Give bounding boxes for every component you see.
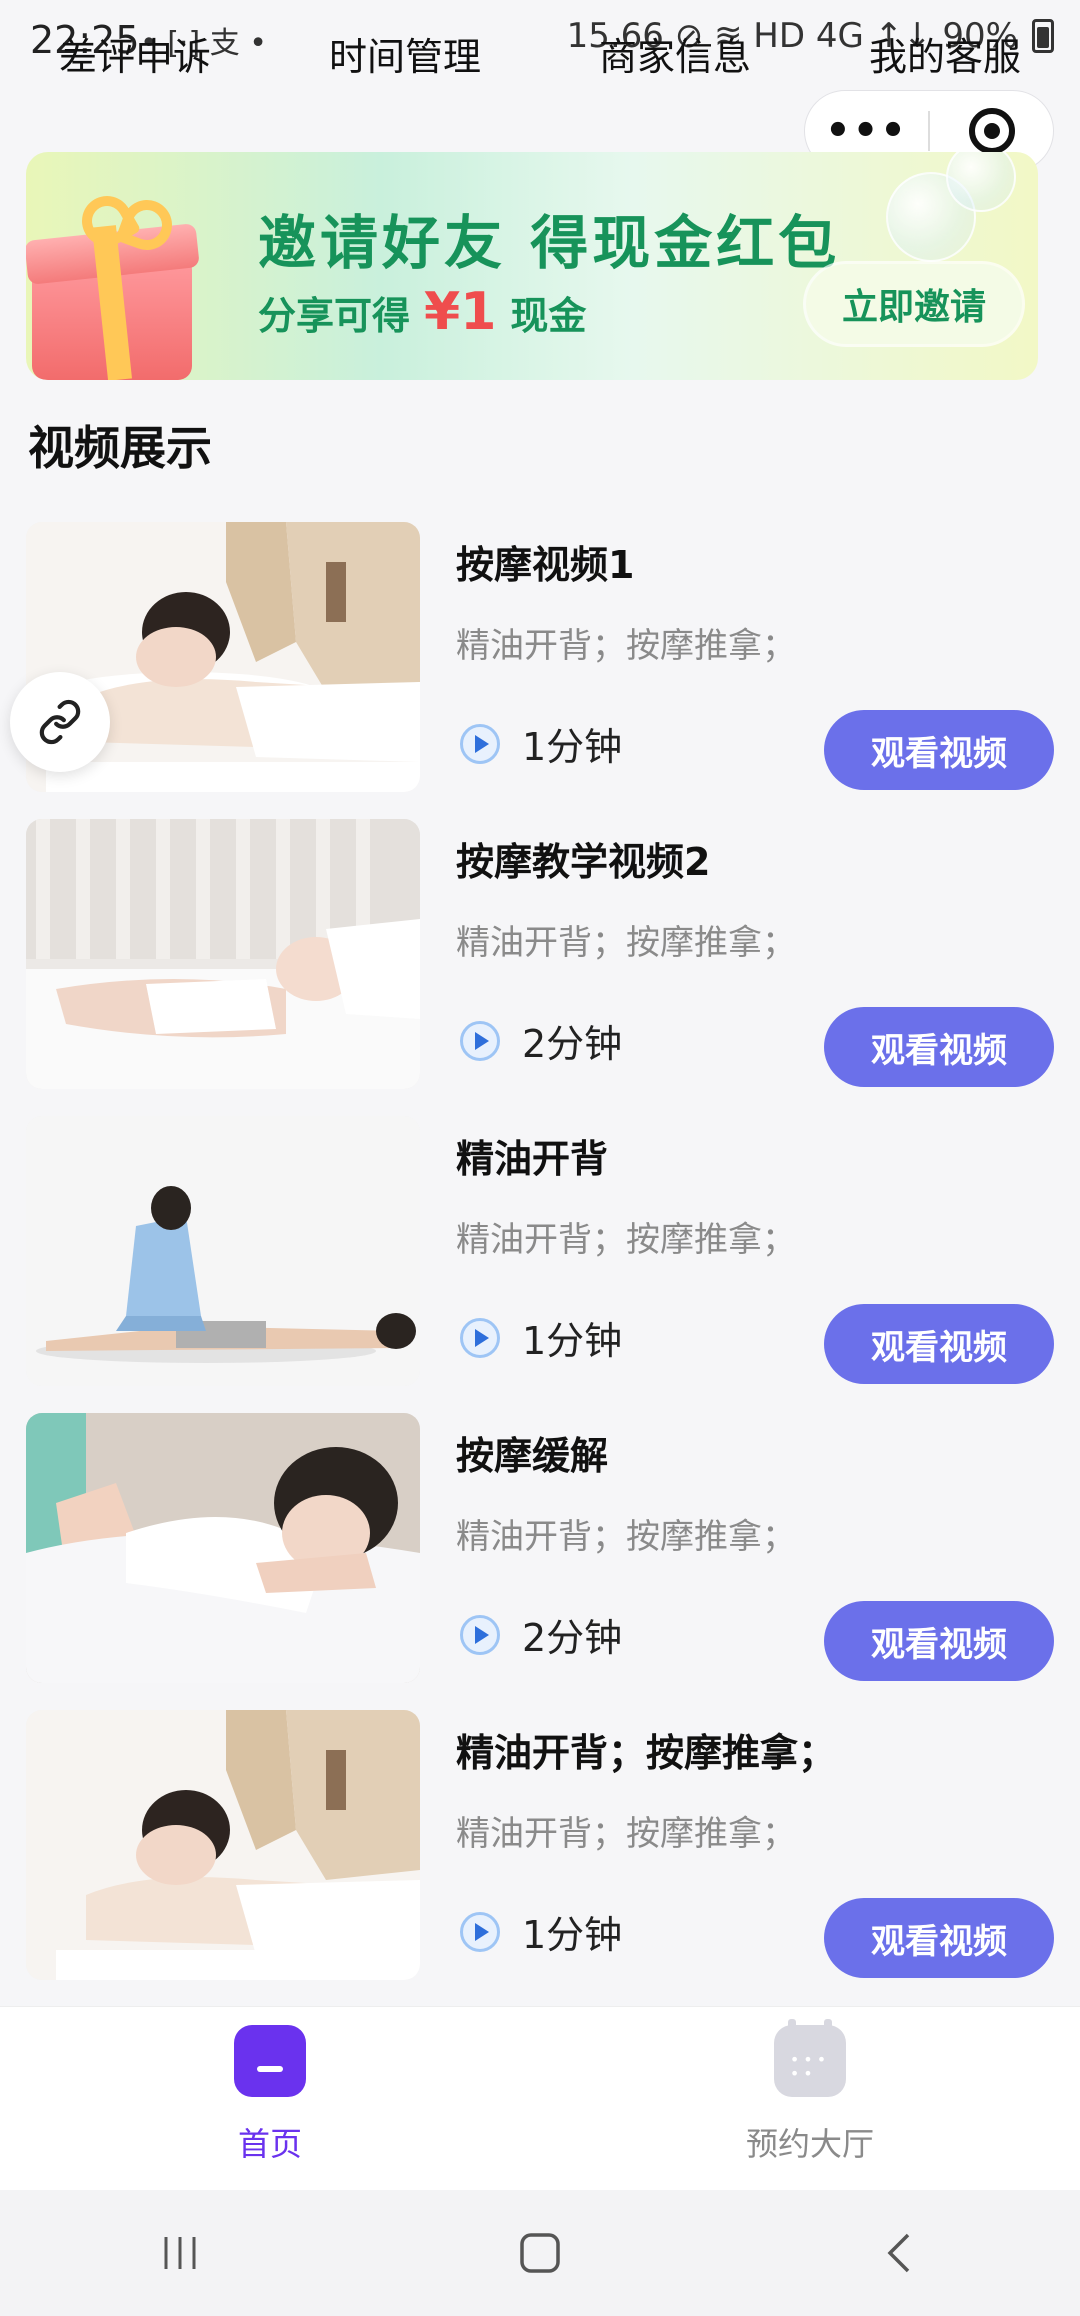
watch-video-button[interactable]: 观看视频 — [824, 710, 1054, 790]
video-item[interactable]: 精油开背；按摩推拿； 精油开背；按摩推拿； 1分钟 观看视频 — [0, 1708, 1080, 2005]
duration-text: 2分钟 — [522, 1616, 623, 1660]
watch-video-button[interactable]: 观看视频 — [824, 1601, 1054, 1681]
video-title: 按摩缓解 — [456, 1434, 609, 1478]
video-description: 精油开背；按摩推拿； — [456, 1220, 796, 1260]
video-duration: 2分钟 — [460, 1607, 622, 1662]
watch-video-button[interactable]: 观看视频 — [824, 1007, 1054, 1087]
play-icon — [460, 1020, 500, 1061]
duration-text: 1分钟 — [522, 1319, 623, 1363]
watch-video-button[interactable]: 观看视频 — [824, 1304, 1054, 1384]
nav-item-customer-service[interactable]: 我的客服 — [857, 22, 1033, 82]
banner-subtitle: 分享可得 ¥1 现金 — [258, 282, 586, 342]
system-nav-bar — [0, 2190, 1080, 2316]
nav-item-time-management[interactable]: 时间管理 — [317, 22, 493, 82]
banner-amount: ¥1 — [424, 282, 497, 342]
video-duration: 1分钟 — [460, 716, 622, 771]
bottom-tab-bar: 首页 预约大厅 — [0, 2006, 1080, 2190]
gift-box-icon — [26, 186, 200, 380]
video-thumbnail[interactable] — [26, 819, 420, 1089]
video-item[interactable]: 按摩缓解 精油开背；按摩推拿； 2分钟 观看视频 — [0, 1411, 1080, 1708]
play-icon — [460, 1614, 500, 1655]
video-title: 按摩视频1 — [456, 543, 635, 587]
home-square-icon — [520, 2233, 560, 2273]
watch-video-button[interactable]: 观看视频 — [824, 1898, 1054, 1978]
section-title: 视频展示 — [28, 421, 212, 475]
home-icon — [234, 2025, 306, 2097]
recent-apps-button[interactable] — [140, 2223, 220, 2283]
nav-item-review-appeal[interactable]: 差评申诉 — [47, 22, 223, 82]
duration-text: 1分钟 — [522, 725, 623, 769]
close-miniprogram-button[interactable] — [930, 108, 1053, 154]
video-thumbnail[interactable] — [26, 1710, 420, 1980]
video-title: 精油开背 — [456, 1137, 609, 1181]
link-icon — [39, 699, 81, 745]
video-title: 按摩教学视频2 — [456, 840, 711, 884]
tab-booking-label: 预约大厅 — [745, 2125, 874, 2163]
video-duration: 2分钟 — [460, 1013, 622, 1068]
recents-icon — [164, 2237, 196, 2269]
video-thumbnail[interactable] — [26, 1413, 420, 1683]
share-link-button[interactable] — [10, 672, 110, 772]
video-description: 精油开背；按摩推拿； — [456, 1517, 796, 1557]
video-list: 按摩视频1 精油开背；按摩推拿； 1分钟 观看视频 按摩教学视频2 精油开背；按… — [0, 520, 1080, 2005]
tab-booking-hall[interactable]: 预约大厅 — [540, 2007, 1080, 2190]
duration-text: 2分钟 — [522, 1022, 623, 1066]
invite-banner[interactable]: 邀请好友 得现金红包 分享可得 ¥1 现金 立即邀请 — [26, 152, 1038, 380]
invite-now-button[interactable]: 立即邀请 — [806, 264, 1022, 344]
video-duration: 1分钟 — [460, 1904, 622, 1959]
video-duration: 1分钟 — [460, 1310, 622, 1365]
video-item[interactable]: 精油开背 精油开背；按摩推拿； 1分钟 观看视频 — [0, 1114, 1080, 1411]
video-item[interactable]: 按摩教学视频2 精油开背；按摩推拿； 2分钟 观看视频 — [0, 817, 1080, 1114]
back-chevron-icon — [887, 2233, 910, 2273]
top-nav: 差评申诉 时间管理 商家信息 我的客服 — [0, 22, 1080, 82]
tab-home[interactable]: 首页 — [0, 2007, 540, 2190]
play-icon — [460, 723, 500, 764]
more-menu-icon[interactable]: ••• — [805, 108, 928, 154]
banner-sub-prefix: 分享可得 — [258, 294, 411, 338]
video-description: 精油开背；按摩推拿； — [456, 923, 796, 963]
duration-text: 1分钟 — [522, 1913, 623, 1957]
video-description: 精油开背；按摩推拿； — [456, 1814, 796, 1854]
play-icon — [460, 1911, 500, 1952]
home-system-button[interactable] — [500, 2223, 580, 2283]
banner-title: 邀请好友 得现金红包 — [258, 209, 841, 277]
target-icon — [968, 108, 1015, 154]
play-icon — [460, 1317, 500, 1358]
calendar-icon — [774, 2019, 846, 2097]
tab-home-label: 首页 — [237, 2125, 302, 2163]
back-system-button[interactable] — [860, 2223, 940, 2283]
nav-item-merchant-info[interactable]: 商家信息 — [587, 22, 763, 82]
video-description: 精油开背；按摩推拿； — [456, 626, 796, 666]
video-thumbnail[interactable] — [26, 1116, 420, 1386]
video-item[interactable]: 按摩视频1 精油开背；按摩推拿； 1分钟 观看视频 — [0, 520, 1080, 817]
video-title: 精油开背；按摩推拿； — [456, 1731, 837, 1775]
banner-sub-suffix: 现金 — [510, 294, 587, 338]
